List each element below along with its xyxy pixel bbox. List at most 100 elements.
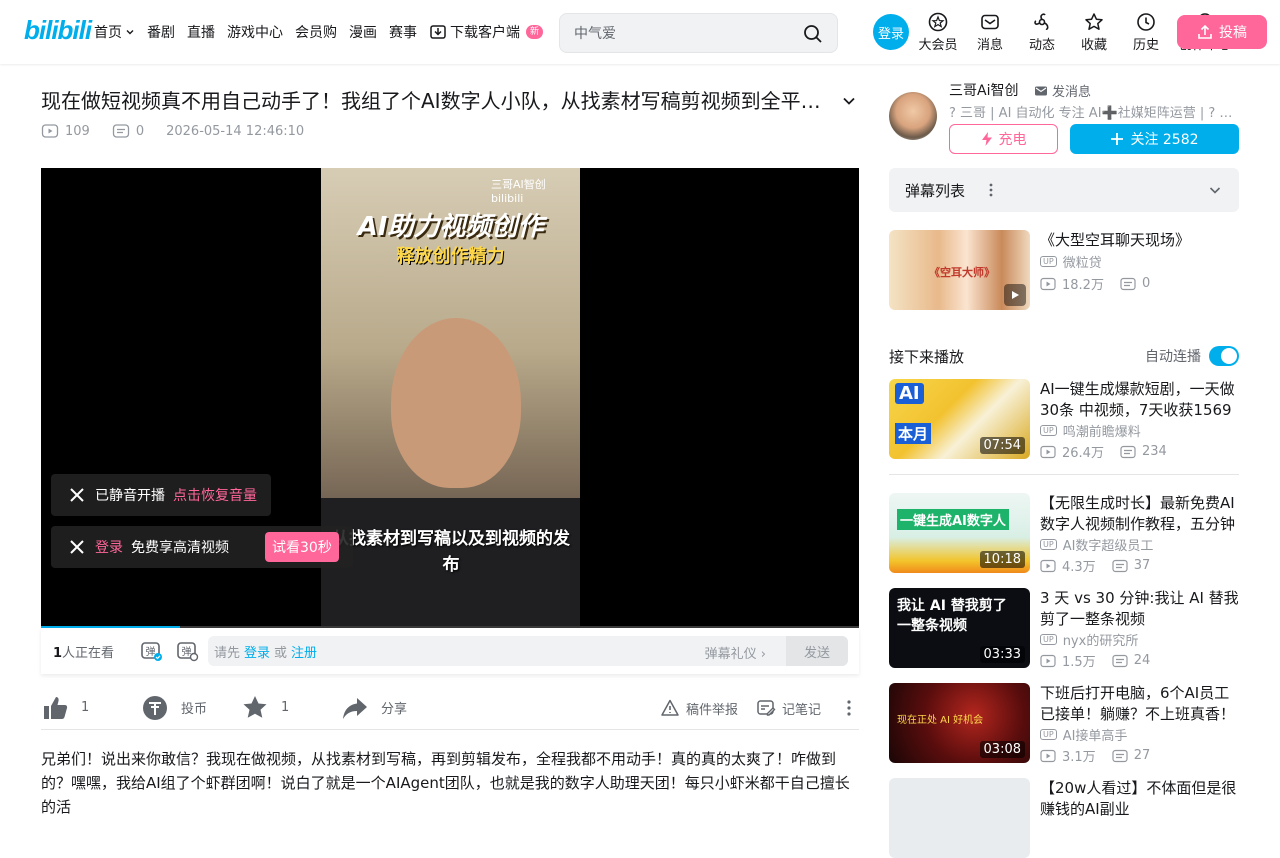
more-vertical-icon[interactable] [983, 182, 999, 198]
dm-register-link[interactable]: 注册 [291, 642, 317, 661]
upload-button[interactable]: 投稿 [1177, 15, 1267, 49]
recommend-owner[interactable]: UP nyx的研究所 [1040, 630, 1138, 649]
recommend-thumbnail[interactable]: 现在正处 AI 好机会 03:08 [889, 683, 1030, 763]
nav-home-label: 首页 [94, 25, 122, 41]
entry-favorites[interactable]: 收藏 [1073, 12, 1115, 53]
entry-message[interactable]: 消息 [969, 12, 1011, 53]
search-icon[interactable] [803, 24, 823, 44]
nav-live[interactable]: 直播 [187, 22, 215, 42]
recommend-owner[interactable]: UP 鸣潮前瞻爆料 [1040, 421, 1141, 440]
recommend-owner[interactable]: UP AI数字超级员工 [1040, 535, 1153, 554]
login-link[interactable]: 登录 [95, 537, 123, 557]
charge-button[interactable]: 充电 [949, 124, 1058, 154]
autoplay-switch[interactable] [1209, 346, 1239, 366]
views: 18.2万 [1062, 278, 1104, 293]
recommend-thumbnail[interactable]: 《空耳大师》 [889, 230, 1030, 310]
entry-dynamic[interactable]: 动态 [1021, 12, 1063, 53]
uploader-avatar[interactable] [889, 92, 937, 140]
report-button[interactable]: 稿件举报 [660, 698, 738, 718]
recommend-thumbnail[interactable]: AI 本月 07:54 [889, 379, 1030, 459]
video-duration: 03:33 [979, 646, 1025, 663]
dm-input-or: 或 [274, 645, 288, 661]
recommend-thumbnail[interactable]: 我让 AI 替我剪了 一整条视频 03:33 [889, 588, 1030, 668]
chevron-down-icon[interactable] [840, 92, 858, 110]
dm-login-link[interactable]: 登录 [244, 642, 270, 661]
more-vertical-icon[interactable] [839, 698, 859, 718]
recommend-title[interactable]: 《大型空耳聊天现场》 [1040, 230, 1239, 251]
recommend-card[interactable]: AI 本月 07:54 AI一键生成爆款短剧，一天做30条 中视频，7天收获15… [889, 379, 1239, 461]
like-button[interactable]: 1 [41, 694, 141, 722]
danmaku-toggle-icon[interactable]: 弹 [139, 639, 163, 663]
follow-button[interactable]: 关注 2582 [1070, 124, 1239, 154]
trial-30s-button[interactable]: 试看30秒 [265, 532, 339, 562]
up-tag-icon: UP [1040, 634, 1057, 645]
frame-caption: 从找素材到写稿以及到视频的发布 [332, 529, 570, 575]
recommend-owner[interactable]: UP 微粒贷 [1040, 252, 1102, 271]
mute-toast: 已静音开播 点击恢复音量 [51, 474, 271, 516]
comments: 37 [1133, 558, 1151, 573]
nav-anime[interactable]: 番剧 [147, 22, 175, 42]
up-tag-icon: UP [1040, 539, 1057, 550]
recommend-owner[interactable]: UP AI接单高手 [1040, 725, 1127, 744]
search-input[interactable] [574, 24, 794, 44]
message-icon [980, 12, 1000, 32]
send-message-link[interactable]: 发消息 [1034, 81, 1091, 100]
recommend-card[interactable]: 一键生成AI数字人 10:18 【无限生成时长】最新免费AI数字人视频制作教程，… [889, 493, 1239, 575]
coin-button[interactable]: 投币 [141, 694, 241, 722]
nav-mall[interactable]: 会员购 [295, 22, 337, 42]
uploader-name[interactable]: 三哥Ai智创 [949, 80, 1018, 100]
video-duration: 03:08 [979, 741, 1025, 758]
danmaku-settings-icon[interactable]: 弹 [175, 639, 199, 663]
close-icon[interactable] [67, 537, 87, 557]
chevron-down-icon[interactable] [1207, 182, 1223, 198]
video-player[interactable]: 三哥AI智创 bilibili AI助力视频创作 释放创作精力 从找素材到写稿以… [41, 168, 859, 628]
entry-history[interactable]: 历史 [1125, 12, 1167, 53]
recommend-thumbnail[interactable] [889, 778, 1030, 858]
favorite-button[interactable]: 1 [241, 694, 341, 722]
upload-icon [1197, 24, 1213, 40]
view-count: 109 [65, 123, 90, 139]
recommend-title[interactable]: 【20w人看过】不体面但是很赚钱的AI副业 [1040, 778, 1239, 820]
restore-volume-link[interactable]: 点击恢复音量 [173, 485, 257, 505]
note-button[interactable]: 记笔记 [756, 698, 821, 718]
nav-download-client[interactable]: 下载客户端 新 [429, 22, 544, 42]
entry-vip[interactable]: 大会员 [917, 12, 959, 53]
report-label: 稿件举报 [685, 702, 738, 718]
nav-esports[interactable]: 赛事 [389, 22, 417, 42]
recommend-card[interactable]: 《空耳大师》 《大型空耳聊天现场》 UP 微粒贷 18.2万 0 [889, 230, 1239, 310]
login-avatar[interactable]: 登录 [873, 14, 909, 50]
entry-history-label: 历史 [1132, 38, 1159, 53]
recommend-card[interactable]: 我让 AI 替我剪了 一整条视频 03:33 3 天 vs 30 分钟:我让 A… [889, 588, 1239, 670]
recommend-title[interactable]: 【无限生成时长】最新免费AI数字人视频制作教程，五分钟学会 [1040, 493, 1239, 535]
recommend-title[interactable]: 下班后打开电脑，6个AI员工已接单！躺赚？不上班真香！ [1040, 683, 1239, 725]
recommend-card[interactable]: 现在正处 AI 好机会 03:08 下班后打开电脑，6个AI员工已接单！躺赚？不… [889, 683, 1239, 765]
nav-game-center[interactable]: 游戏中心 [227, 22, 283, 42]
coin-icon [141, 694, 169, 722]
toolbar-right: 稿件举报 记笔记 [660, 686, 859, 730]
recommend-title[interactable]: AI一键生成爆款短剧，一天做30条 中视频，7天收获1569元 [1040, 379, 1239, 421]
upload-label: 投稿 [1219, 25, 1247, 41]
views: 1.5万 [1062, 655, 1096, 670]
etiquette-label: 弹幕礼仪 [704, 647, 757, 662]
nav-esports-label: 赛事 [389, 25, 417, 41]
nav-home[interactable]: 首页 [94, 22, 135, 42]
share-button[interactable]: 分享 [341, 694, 441, 722]
recommend-thumbnail[interactable]: 一键生成AI数字人 10:18 [889, 493, 1030, 573]
thumb-text: 现在正处 AI 好机会 [897, 715, 984, 726]
owner-name: AI接单高手 [1062, 729, 1128, 744]
bilibili-logo[interactable]: bilibili [24, 15, 92, 46]
coin-label: 投币 [181, 702, 208, 717]
svg-text:弹: 弹 [146, 645, 156, 658]
danmaku-list-panel[interactable]: 弹幕列表 [889, 168, 1239, 212]
danmaku-input[interactable]: 请先 登录 或 注册 弹幕礼仪 › 发送 [208, 636, 848, 666]
autoplay-toggle[interactable]: 自动连播 [1145, 346, 1239, 366]
video-meta: 109 0 2026-05-14 12:46:10 [41, 122, 304, 140]
danmaku-etiquette-link[interactable]: 弹幕礼仪 › [705, 643, 766, 662]
nav-anime-label: 番剧 [147, 25, 175, 41]
recommend-card[interactable]: 【20w人看过】不体面但是很赚钱的AI副业 [889, 778, 1239, 858]
send-danmaku-button[interactable]: 发送 [786, 636, 848, 666]
recommend-title[interactable]: 3 天 vs 30 分钟:我让 AI 替我剪了一整条视频 [1040, 588, 1239, 630]
nav-manga[interactable]: 漫画 [349, 22, 377, 42]
thumb-text: AI [895, 383, 924, 404]
close-icon[interactable] [67, 485, 87, 505]
